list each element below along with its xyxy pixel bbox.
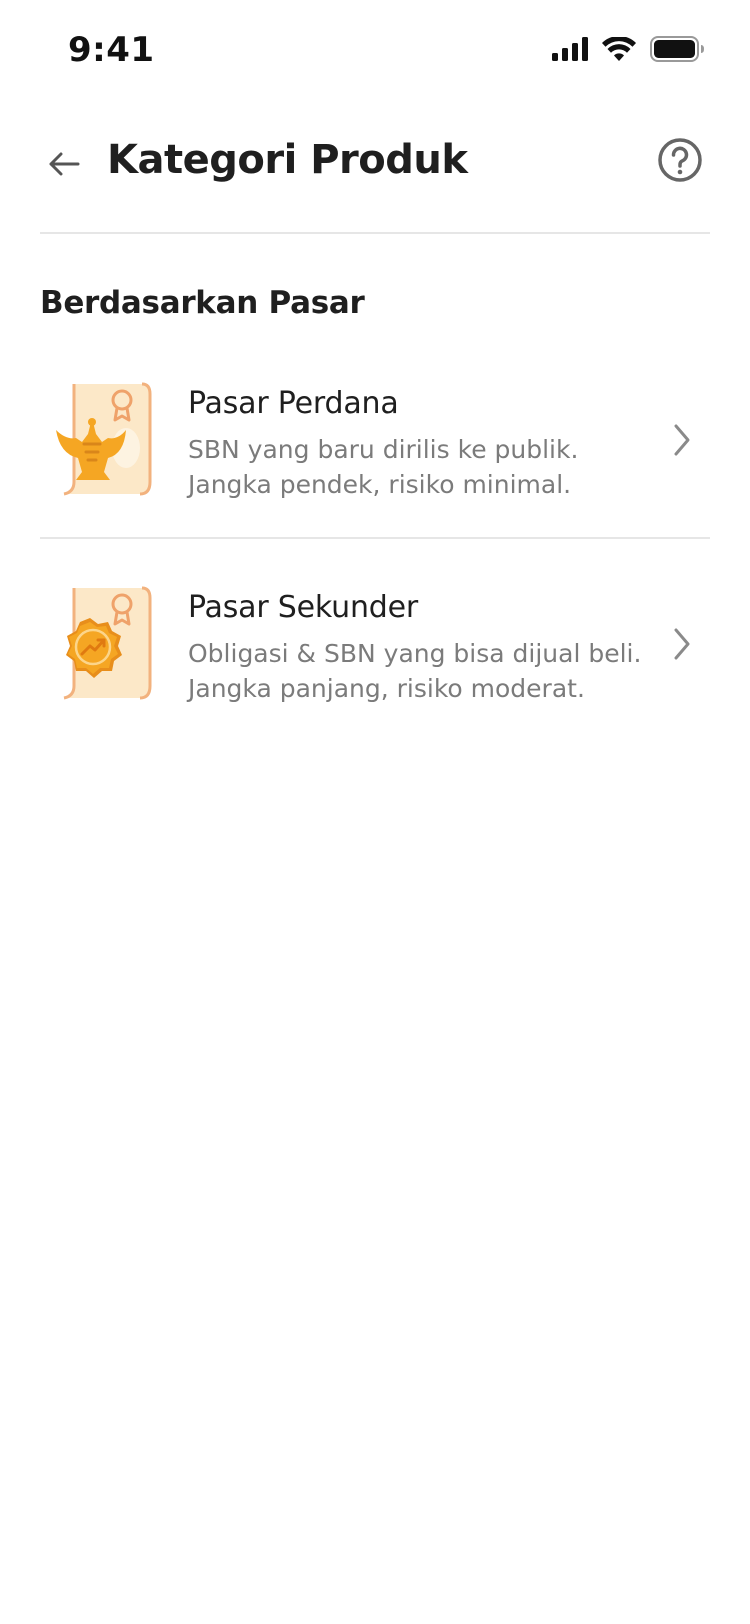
list-divider: [40, 537, 710, 539]
item-description-line: SBN yang baru dirilis ke publik.: [188, 435, 579, 464]
status-time: 9:41: [68, 30, 155, 70]
certificate-growth-badge-icon: [63, 586, 152, 700]
app-header: Kategori Produk: [0, 110, 750, 220]
list-item-pasar-perdana[interactable]: Pasar Perdana SBN yang baru dirilis ke p…: [40, 360, 710, 540]
item-description-line: Jangka pendek, risiko minimal.: [188, 470, 572, 499]
item-description: Obligasi & SBN yang bisa dijual beli. Ja…: [188, 636, 658, 706]
status-icons: [552, 36, 704, 62]
battery-icon: [650, 36, 704, 62]
chevron-right-icon: [674, 424, 690, 456]
cellular-signal-icon: [552, 37, 588, 61]
certificate-garuda-icon: [56, 382, 152, 496]
back-button[interactable]: [40, 140, 88, 188]
item-title: Pasar Perdana: [188, 386, 399, 421]
page-title: Kategori Produk: [107, 137, 468, 183]
item-description-line: Obligasi & SBN yang bisa dijual beli.: [188, 639, 642, 668]
help-button[interactable]: [656, 136, 704, 184]
item-description-line: Jangka panjang, risiko moderat.: [188, 674, 585, 703]
arrow-left-icon: [49, 152, 80, 176]
list-item-pasar-sekunder[interactable]: Pasar Sekunder Obligasi & SBN yang bisa …: [40, 564, 710, 744]
product-category-screen: 9:41 Kategori Produk Berdasarkan Pasar P…: [0, 0, 750, 1624]
chevron-right-icon: [674, 628, 690, 660]
item-description: SBN yang baru dirilis ke publik. Jangka …: [188, 432, 658, 502]
item-title: Pasar Sekunder: [188, 590, 419, 625]
wifi-icon: [602, 37, 636, 61]
status-bar: 9:41: [0, 0, 750, 100]
header-divider: [40, 232, 710, 234]
section-title: Berdasarkan Pasar: [40, 285, 365, 321]
question-circle-icon: [658, 138, 702, 182]
